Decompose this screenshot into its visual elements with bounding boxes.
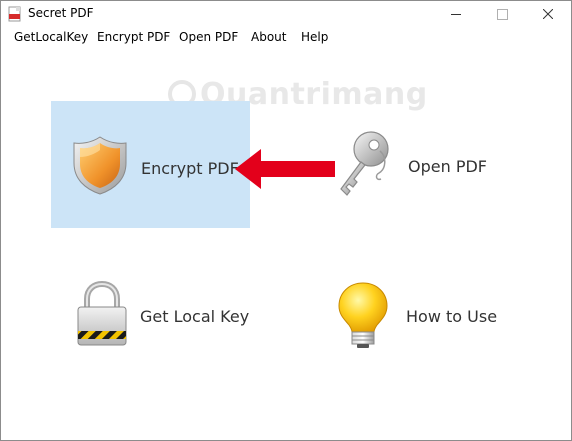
menu-help[interactable]: Help [301,30,328,44]
maximize-icon [496,8,508,20]
padlock-icon [75,281,129,347]
maximize-button[interactable] [479,1,525,27]
close-icon [543,9,553,19]
minimize-icon [451,13,461,15]
how-to-use-label: How to Use [406,307,498,326]
menu-open-pdf[interactable]: Open PDF [179,30,238,44]
title-bar[interactable]: Secret PDF [1,1,571,27]
shield-icon [71,135,129,195]
pdf-app-icon [7,6,23,22]
window-title: Secret PDF [28,6,94,20]
open-pdf-label: Open PDF [408,157,487,176]
how-to-use-tile[interactable]: How to Use [331,281,521,353]
menu-getlocalkey[interactable]: GetLocalKey [14,30,88,44]
lightbulb-icon [335,281,391,349]
close-button[interactable] [525,1,571,27]
main-content: Quantrimang Encrypt PDF Open PDF Get Loc… [1,49,571,440]
menu-bar: GetLocalKey Encrypt PDF Open PDF About H… [1,28,571,48]
app-window: Secret PDF GetLocalKey Encrypt PDF Open … [0,0,572,441]
encrypt-pdf-tile[interactable]: Encrypt PDF [51,101,250,228]
menu-encrypt-pdf[interactable]: Encrypt PDF [97,30,170,44]
minimize-button[interactable] [433,1,479,27]
menu-about[interactable]: About [251,30,286,44]
encrypt-pdf-label: Encrypt PDF [141,159,239,178]
red-arrow-icon [235,147,335,195]
get-local-key-tile[interactable]: Get Local Key [71,281,271,353]
get-local-key-label: Get Local Key [140,307,250,326]
key-icon [333,127,393,199]
open-pdf-tile[interactable]: Open PDF [331,127,511,207]
